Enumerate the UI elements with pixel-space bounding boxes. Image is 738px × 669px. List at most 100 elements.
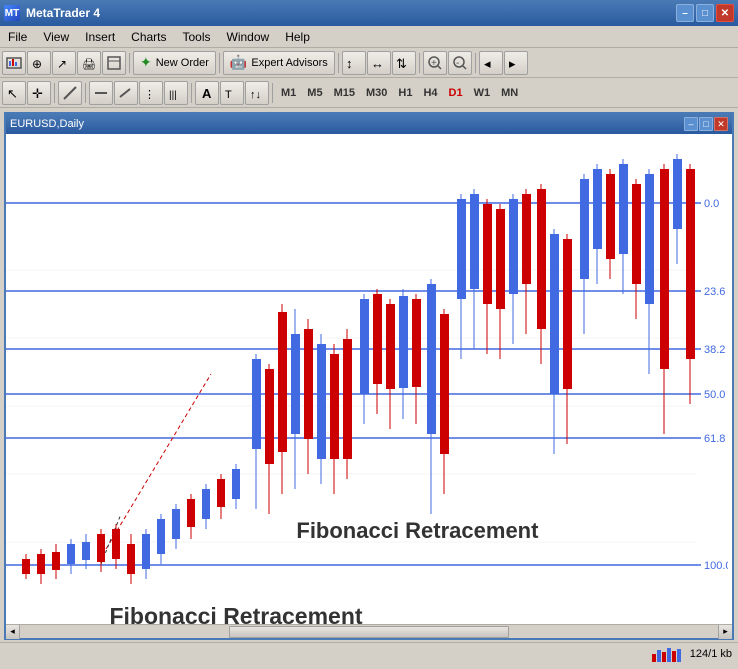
channel-tool[interactable]: ⋮⋮ xyxy=(139,81,163,105)
crosshair-tool[interactable]: ✛ xyxy=(27,81,51,105)
menu-view[interactable]: View xyxy=(35,26,77,47)
svg-text:✛: ✛ xyxy=(32,86,43,101)
tf-m1[interactable]: M1 xyxy=(276,85,301,101)
text-tool[interactable]: A xyxy=(195,81,219,105)
svg-text:↕: ↕ xyxy=(346,56,353,71)
chart-tool-3[interactable]: ⇅ xyxy=(392,51,416,75)
svg-text:|||: ||| xyxy=(169,90,177,101)
ea-label: Expert Advisors xyxy=(251,57,327,69)
menu-window[interactable]: Window xyxy=(219,26,278,47)
svg-text:◂: ◂ xyxy=(484,56,491,71)
svg-text:A: A xyxy=(202,86,212,101)
toolbar-btn-3[interactable]: 🖨 xyxy=(77,51,101,75)
maximize-button[interactable]: □ xyxy=(696,4,714,22)
tf-m30[interactable]: M30 xyxy=(361,85,392,101)
drawing-toolbar: ↖ ✛ ⋮⋮ ||| A T ↑↓ M1 M5 M15 M30 H1 H4 D1… xyxy=(0,78,738,108)
arrow-tool[interactable]: ↑↓ xyxy=(245,81,269,105)
diagonal-tool[interactable] xyxy=(114,81,138,105)
status-bar: 124/1 kb xyxy=(0,642,738,664)
chart-tool-1[interactable]: ↕ xyxy=(342,51,366,75)
cursor-tool[interactable]: ↖ xyxy=(2,81,26,105)
tf-d1[interactable]: D1 xyxy=(444,85,468,101)
zoom-out-btn[interactable]: - xyxy=(448,51,472,75)
toolbar-btn-2[interactable]: ↗ xyxy=(52,51,76,75)
status-kb: 124/1 kb xyxy=(690,648,732,660)
toolbar-btn-4[interactable] xyxy=(102,51,126,75)
scrollbar-thumb[interactable] xyxy=(229,626,508,638)
fibonacci-text: Fibonacci Retracement xyxy=(109,603,362,624)
minimize-button[interactable]: – xyxy=(676,4,694,22)
main-toolbar: ⊕ ↗ 🖨 ✦ New Order 🤖 Expert Advisors ↕ ↔ … xyxy=(0,48,738,78)
scroll-left-arrow[interactable]: ◂ xyxy=(6,625,20,639)
svg-text:⋮⋮: ⋮⋮ xyxy=(144,89,159,101)
svg-text:+: + xyxy=(431,58,437,69)
title-bar: MT MetaTrader 4 – □ ✕ xyxy=(0,0,738,26)
menu-insert[interactable]: Insert xyxy=(77,26,123,47)
expert-advisors-btn[interactable]: 🤖 Expert Advisors xyxy=(223,51,335,75)
chart-window-title-bar: EURUSD,Daily – □ ✕ xyxy=(6,114,732,134)
sep-2 xyxy=(219,53,220,73)
line-tool[interactable] xyxy=(58,81,82,105)
menu-bar: File View Insert Charts Tools Window Hel… xyxy=(0,26,738,48)
new-order-btn[interactable]: ✦ New Order xyxy=(133,51,216,75)
fibonacci-tool[interactable]: ||| xyxy=(164,81,188,105)
nav-btn[interactable]: ⊕ xyxy=(27,51,51,75)
label-tool[interactable]: T xyxy=(220,81,244,105)
close-button[interactable]: ✕ xyxy=(716,4,734,22)
svg-text:↖: ↖ xyxy=(7,86,18,101)
ea-icon: 🤖 xyxy=(230,54,247,71)
new-chart-btn[interactable] xyxy=(2,51,26,75)
menu-charts[interactable]: Charts xyxy=(123,26,174,47)
sep-1 xyxy=(129,53,130,73)
fib-label-0: 0.0 xyxy=(704,198,719,210)
zoom-in-btn[interactable]: + xyxy=(423,51,447,75)
fib-label-62: 61.8 xyxy=(704,433,725,445)
svg-text:↔: ↔ xyxy=(371,56,384,71)
svg-text:↑↓: ↑↓ xyxy=(250,89,261,101)
svg-text:⊕: ⊕ xyxy=(32,57,42,71)
svg-text:▸: ▸ xyxy=(509,56,516,71)
tf-m15[interactable]: M15 xyxy=(329,85,360,101)
sep-d2 xyxy=(85,83,86,103)
svg-text:⇅: ⇅ xyxy=(396,56,407,71)
sep-d3 xyxy=(191,83,192,103)
draw-line-tool[interactable] xyxy=(89,81,113,105)
fib-label-23: 23.6 xyxy=(704,286,725,298)
menu-help[interactable]: Help xyxy=(277,26,318,47)
tf-w1[interactable]: W1 xyxy=(469,85,496,101)
scroll-right-btn[interactable]: ▸ xyxy=(504,51,528,75)
tf-h1[interactable]: H1 xyxy=(393,85,417,101)
chart-content: 0.0 23.6 38.2 50.0 61.8 100.0 xyxy=(6,134,732,624)
tf-m5[interactable]: M5 xyxy=(302,85,327,101)
new-order-icon: ✦ xyxy=(140,54,152,71)
fib-label-100: 100.0 xyxy=(704,560,728,572)
chart-svg: 0.0 23.6 38.2 50.0 61.8 100.0 xyxy=(6,134,728,624)
chart-tool-2[interactable]: ↔ xyxy=(367,51,391,75)
chart-close-btn[interactable]: ✕ xyxy=(714,117,728,131)
app-title: MetaTrader 4 xyxy=(26,6,100,20)
sep-d4 xyxy=(272,83,273,103)
sep-d1 xyxy=(54,83,55,103)
menu-tools[interactable]: Tools xyxy=(175,26,219,47)
fib-label-50: 50.0 xyxy=(704,389,725,401)
scrollbar-track[interactable] xyxy=(20,625,718,639)
timeframe-toolbar: M1 M5 M15 M30 H1 H4 D1 W1 MN xyxy=(276,85,523,101)
svg-text:🖨: 🖨 xyxy=(82,58,96,71)
chart-window-title: EURUSD,Daily xyxy=(10,118,84,130)
sep-3 xyxy=(338,53,339,73)
menu-file[interactable]: File xyxy=(0,26,35,47)
app-icon: MT xyxy=(4,5,20,21)
chart-minimize-btn[interactable]: – xyxy=(684,117,698,131)
sep-5 xyxy=(475,53,476,73)
mini-chart-icon xyxy=(652,646,682,662)
tf-mn[interactable]: MN xyxy=(496,85,523,101)
new-order-label: New Order xyxy=(156,57,209,69)
scroll-right-arrow[interactable]: ▸ xyxy=(718,625,732,639)
svg-text:T: T xyxy=(225,89,232,101)
sep-4 xyxy=(419,53,420,73)
h-scrollbar[interactable]: ◂ ▸ xyxy=(6,624,732,638)
fib-label-38: 38.2 xyxy=(704,344,725,356)
chart-maximize-btn[interactable]: □ xyxy=(699,117,713,131)
scroll-left-btn[interactable]: ◂ xyxy=(479,51,503,75)
tf-h4[interactable]: H4 xyxy=(418,85,442,101)
